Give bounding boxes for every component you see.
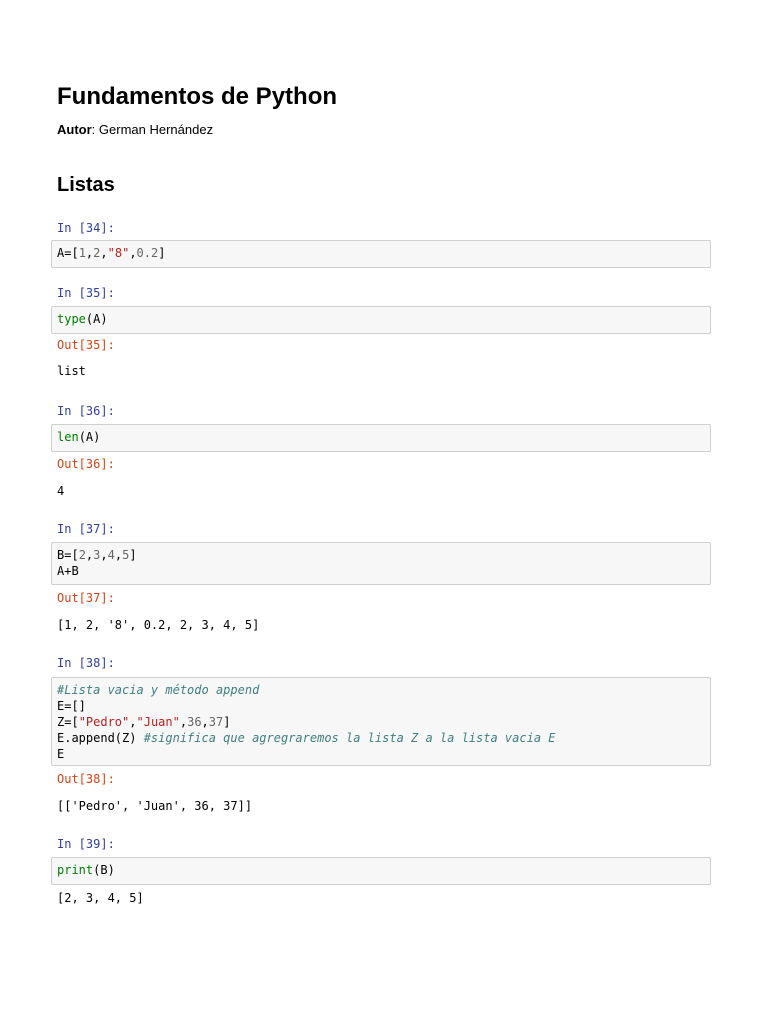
code-line: A=[1,2,"8",0.2]	[57, 245, 705, 261]
in-prompt: In [39]:	[57, 837, 115, 851]
code-token: Z=[	[57, 715, 79, 729]
code-token: B=[	[57, 548, 79, 562]
author-name: : German Hernández	[91, 122, 214, 137]
code-line: A+B	[57, 563, 705, 579]
code-token: ]	[129, 548, 137, 562]
code-token: ,	[100, 548, 108, 562]
code-token: 2	[78, 548, 86, 562]
in-prompt: In [34]:	[57, 221, 115, 235]
out-prompt: Out[38]:	[57, 772, 115, 786]
code-token: E.append(Z)	[57, 731, 144, 745]
code-token: "8"	[107, 246, 130, 260]
code-cell[interactable]: #Lista vacia y método append E=[] Z=["Pedr…	[51, 677, 711, 766]
in-prompt: In [36]:	[57, 404, 115, 418]
code-token: ,	[114, 548, 123, 562]
code-token: ,	[201, 715, 209, 729]
code-line: B=[2,3,4,5]	[57, 547, 705, 563]
code-token: print	[57, 863, 94, 877]
code-line: E.append(Z) #significa que agregraremos …	[57, 730, 705, 746]
code-token: E=[]	[57, 699, 86, 713]
page-title: Fundamentos de Python	[57, 83, 338, 110]
code-token: 37	[208, 715, 224, 729]
code-cell[interactable]: print(B)	[51, 857, 711, 885]
code-line: Z=["Pedro","Juan",36,37]	[57, 714, 705, 730]
author-line: Autor: German Hernández	[57, 122, 213, 138]
code-token: ,	[179, 715, 188, 729]
code-token: ]	[158, 246, 166, 260]
code-cell[interactable]: A=[1,2,"8",0.2]	[51, 240, 711, 268]
code-cell[interactable]: len(A)	[51, 424, 711, 452]
code-line: #Lista vacia y método append	[57, 682, 705, 698]
code-line: print(B)	[57, 862, 705, 878]
code-token: A+B	[57, 564, 79, 578]
code-token: "Juan"	[136, 715, 180, 729]
cell-output: [2, 3, 4, 5]	[57, 891, 144, 905]
code-cell[interactable]: B=[2,3,4,5] A+B	[51, 542, 711, 585]
code-token: (A)	[78, 430, 101, 444]
code-token: 4	[107, 548, 115, 562]
author-label: Autor	[57, 122, 92, 137]
in-prompt: In [35]:	[57, 286, 115, 300]
cell-output: list	[57, 364, 86, 378]
code-token: (A)	[85, 312, 108, 326]
cell-output: [1, 2, '8', 0.2, 2, 3, 4, 5]	[57, 618, 260, 632]
code-token: 36	[187, 715, 202, 729]
code-token: A=[	[57, 246, 79, 260]
code-token: ,	[129, 715, 137, 729]
code-token: type	[57, 312, 86, 326]
code-cell[interactable]: type(A)	[51, 306, 711, 334]
code-token: ,	[129, 246, 137, 260]
in-prompt: In [37]:	[57, 522, 115, 536]
cell-output: [['Pedro', 'Juan', 36, 37]]	[57, 799, 253, 813]
in-prompt: In [38]:	[57, 656, 115, 670]
code-token: #Lista vacia y método append	[57, 683, 260, 697]
out-prompt: Out[35]:	[57, 338, 115, 352]
code-token: len	[57, 430, 79, 444]
code-line: type(A)	[57, 311, 705, 327]
code-token: E	[57, 747, 65, 761]
code-token: ,	[100, 246, 108, 260]
section-heading: Listas	[57, 174, 115, 196]
code-line: E=[]	[57, 698, 705, 714]
code-line: E	[57, 746, 705, 762]
code-token: 0.2	[136, 246, 159, 260]
out-prompt: Out[36]:	[57, 457, 115, 471]
cell-output: 4	[57, 484, 65, 498]
code-token: "Pedro"	[78, 715, 130, 729]
code-token: ]	[223, 715, 231, 729]
code-token: #significa que agregraremos la lista Z a…	[143, 731, 556, 745]
code-token: (B)	[93, 863, 115, 877]
out-prompt: Out[37]:	[57, 591, 115, 605]
code-line: len(A)	[57, 429, 705, 445]
code-token: 1	[78, 246, 86, 260]
